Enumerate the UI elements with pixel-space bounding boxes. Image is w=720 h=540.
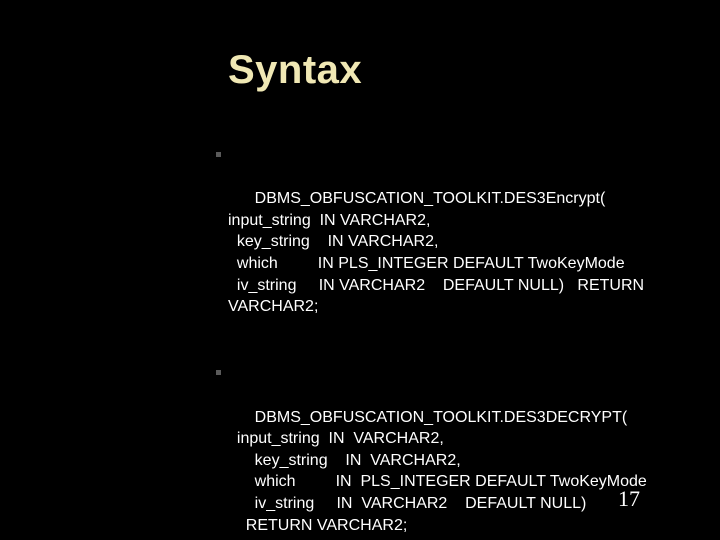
slide-title: Syntax [228, 48, 362, 93]
page-number: 17 [618, 486, 640, 512]
list-item-text: DBMS_OBFUSCATION_TOOLKIT.DES3Encrypt( in… [228, 190, 644, 315]
slide: Syntax DBMS_OBFUSCATION_TOOLKIT.DES3Encr… [0, 0, 720, 540]
bullet-icon [216, 370, 221, 375]
list-item: DBMS_OBFUSCATION_TOOLKIT.DES3Encrypt( in… [228, 145, 668, 339]
bullet-icon [216, 152, 221, 157]
list-item: DBMS_OBFUSCATION_TOOLKIT.DES3DECRYPT( in… [228, 363, 668, 540]
slide-body: DBMS_OBFUSCATION_TOOLKIT.DES3Encrypt( in… [228, 145, 668, 540]
list-item-text: DBMS_OBFUSCATION_TOOLKIT.DES3DECRYPT( in… [228, 409, 647, 534]
